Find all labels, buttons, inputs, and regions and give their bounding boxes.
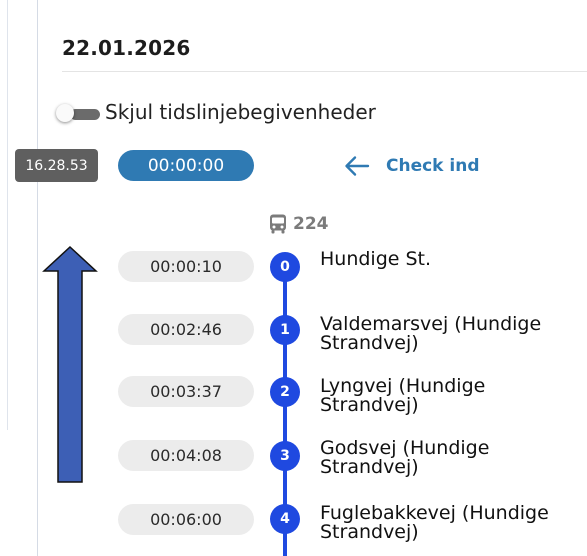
stop-time: 00:02:46 [118, 314, 254, 345]
stop-index-marker[interactable]: 3 [270, 441, 300, 471]
stop-time: 00:04:08 [118, 440, 254, 471]
route-number: 224 [293, 214, 329, 234]
stop-time: 00:00:10 [118, 251, 254, 282]
check-in-button[interactable]: Check ind [344, 151, 480, 181]
stop-index-marker[interactable]: 0 [270, 252, 300, 282]
arrow-up-icon [42, 245, 98, 483]
stop-name: Lyngvej (Hundige Strandvej) [320, 375, 486, 416]
clock-time-badge: 16.28.53 [15, 149, 98, 182]
toggle-label: Skjul tidslinjebegivenheder [105, 100, 376, 124]
stop-index-marker[interactable]: 1 [270, 315, 300, 345]
stop-name: Hundige St. [320, 248, 432, 270]
panel-border-line [37, 0, 38, 556]
elapsed-time-pill: 00:00:00 [118, 150, 254, 181]
stop-index-marker[interactable]: 2 [270, 377, 300, 407]
stop-name: Valdemarsvej (Hundige Strandvej) [320, 313, 542, 354]
toggle-track [70, 109, 100, 120]
hide-timeline-events-toggle[interactable] [56, 104, 102, 124]
stop-name: Fuglebakkevej (Hundige Strandvej) [320, 502, 549, 543]
stop-time: 00:03:37 [118, 376, 254, 407]
toggle-knob [56, 104, 74, 122]
header-divider [62, 71, 587, 72]
outer-divider-line [7, 0, 8, 430]
arrow-left-icon [345, 156, 370, 176]
bus-icon [270, 214, 286, 234]
date-heading: 22.01.2026 [62, 36, 191, 60]
stop-time: 00:06:00 [118, 504, 254, 535]
check-in-label: Check ind [386, 156, 480, 176]
stop-name: Godsvej (Hundige Strandvej) [320, 437, 490, 478]
stop-index-marker[interactable]: 4 [270, 504, 300, 534]
